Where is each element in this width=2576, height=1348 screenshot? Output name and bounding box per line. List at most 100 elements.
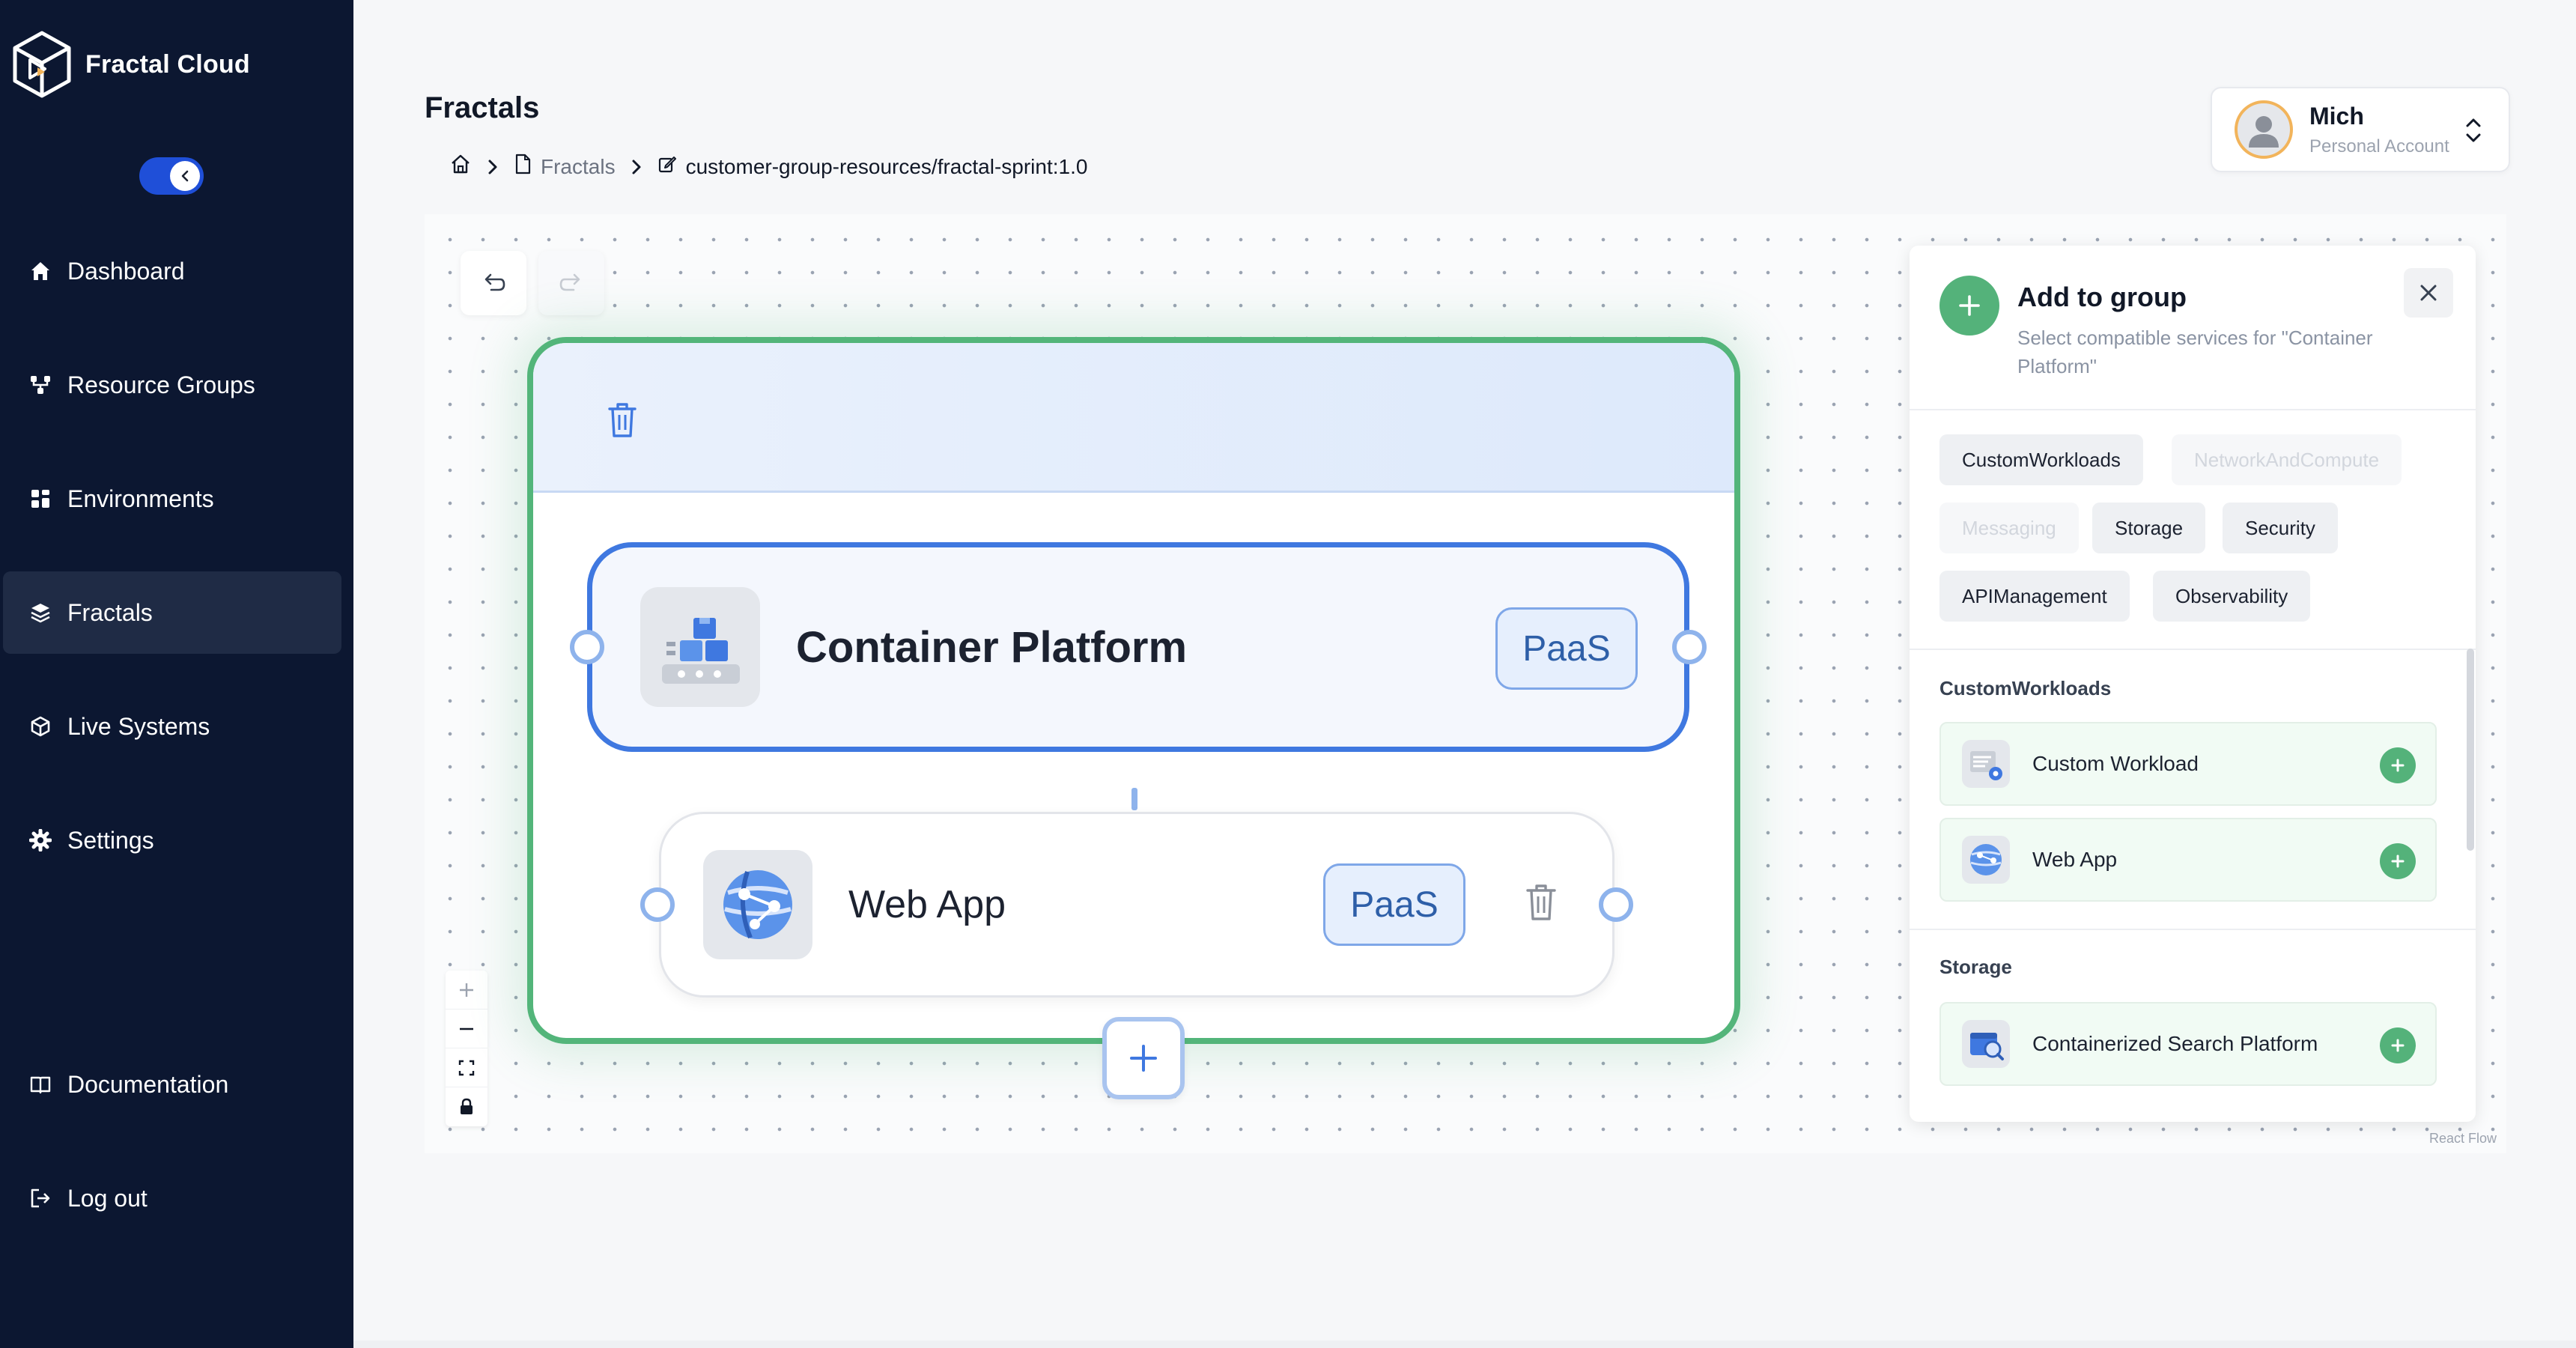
paas-badge: PaaS — [1495, 607, 1638, 690]
book-icon — [28, 1072, 52, 1096]
sidebar-item-label: Resource Groups — [67, 371, 255, 398]
zoom-in-button[interactable] — [446, 971, 487, 1010]
service-name: Custom Workload — [2032, 752, 2199, 775]
add-circle-icon — [1939, 276, 1999, 336]
section-label-customworkloads: CustomWorkloads — [1939, 677, 2112, 699]
sidebar-item-documentation[interactable]: Documentation — [3, 1043, 341, 1126]
sidebar-item-environments[interactable]: Environments — [3, 458, 341, 540]
group-node-header — [533, 343, 1734, 493]
gear-icon — [28, 828, 52, 852]
add-node-button[interactable] — [1102, 1017, 1185, 1099]
redo-icon — [559, 273, 580, 291]
hierarchy-icon — [28, 373, 52, 397]
sidebar-item-logout[interactable]: Log out — [3, 1157, 341, 1239]
divider — [1910, 929, 2476, 930]
sidebar-item-label: Dashboard — [67, 258, 185, 285]
page-title: Fractals — [425, 91, 540, 124]
sidebar-collapse-toggle[interactable] — [139, 157, 204, 195]
delete-group-trash-icon[interactable] — [605, 400, 640, 444]
close-icon — [2420, 285, 2437, 301]
chevron-right-icon — [485, 158, 500, 176]
sidebar-item-label: Live Systems — [67, 713, 210, 740]
sidebar-item-label: Settings — [67, 827, 154, 854]
add-service-button[interactable] — [2380, 1027, 2416, 1063]
chevron-right-icon — [629, 158, 644, 176]
fit-view-button[interactable] — [446, 1048, 487, 1087]
plus-icon — [1130, 1045, 1157, 1072]
add-service-button[interactable] — [2380, 843, 2416, 879]
chip-customworkloads[interactable]: CustomWorkloads — [1939, 434, 2143, 485]
section-label-storage: Storage — [1939, 956, 2012, 978]
web-app-icon — [703, 850, 812, 959]
plus-icon — [2391, 759, 2405, 772]
undo-icon — [484, 273, 505, 291]
sidebar-item-settings[interactable]: Settings — [3, 799, 341, 881]
web-app-node[interactable]: Web App PaaS — [640, 812, 1633, 998]
web-app-icon — [1962, 836, 2010, 884]
edit-icon[interactable] — [657, 154, 677, 179]
home-icon[interactable] — [449, 153, 472, 180]
avatar — [2235, 100, 2293, 159]
service-item-web-app[interactable]: Web App — [1939, 818, 2437, 902]
sidebar: Fractal Cloud Dashboard Resource Groups … — [0, 0, 353, 1348]
node-handle-left[interactable] — [640, 887, 675, 922]
chip-storage[interactable]: Storage — [2092, 503, 2206, 553]
sidebar-item-resource-groups[interactable]: Resource Groups — [3, 344, 341, 426]
breadcrumb-link-fractals[interactable]: Fractals — [541, 155, 616, 179]
add-to-group-panel: Add to group Select compatible services … — [1910, 246, 2476, 1122]
lock-button[interactable] — [446, 1087, 487, 1126]
container-platform-node[interactable]: Container Platform PaaS — [570, 542, 1707, 752]
plus-icon — [460, 983, 473, 997]
add-service-button[interactable] — [2380, 747, 2416, 783]
redo-button[interactable] — [538, 251, 604, 315]
sidebar-item-fractals[interactable]: Fractals — [3, 571, 341, 654]
page-bottom-edge — [353, 1341, 2576, 1348]
web-app-title: Web App — [848, 883, 1006, 926]
node-handle-right[interactable] — [1672, 630, 1707, 664]
account-switcher[interactable]: Mich Personal Account — [2211, 87, 2510, 172]
lock-icon — [461, 1098, 473, 1114]
user-icon — [2249, 116, 2279, 148]
sidebar-item-live-systems[interactable]: Live Systems — [3, 685, 341, 768]
chip-observability[interactable]: Observability — [2153, 571, 2311, 622]
zoom-controls — [446, 971, 487, 1126]
chevron-left-icon — [181, 170, 189, 182]
sidebar-item-label: Log out — [67, 1185, 148, 1212]
home-icon — [28, 259, 52, 283]
cube-icon — [28, 714, 52, 738]
brand-name: Fractal Cloud — [85, 49, 250, 79]
service-name: Web App — [2032, 848, 2118, 871]
panel-scrollbar[interactable] — [2467, 649, 2474, 851]
service-item-containerized-search-platform[interactable]: Containerized Search Platform — [1939, 1002, 2437, 1086]
close-panel-button[interactable] — [2404, 268, 2453, 318]
divider — [1910, 649, 2476, 650]
account-type: Personal Account — [2309, 136, 2449, 157]
breadcrumb-current: customer-group-resources/fractal-sprint:… — [685, 154, 1088, 178]
chip-messaging[interactable]: Messaging — [1939, 503, 2079, 553]
paas-badge: PaaS — [1323, 863, 1465, 946]
react-flow-attribution[interactable]: React Flow — [2429, 1131, 2497, 1147]
delete-node-trash-icon[interactable] — [1524, 881, 1558, 927]
node-handle-right[interactable] — [1599, 887, 1633, 922]
container-platform-title: Container Platform — [796, 622, 1188, 672]
undo-button[interactable] — [461, 251, 526, 315]
edge-connector — [1131, 788, 1137, 810]
sidebar-item-dashboard[interactable]: Dashboard — [3, 230, 341, 312]
chip-apimanagement[interactable]: APIManagement — [1939, 571, 2130, 622]
zoom-out-button[interactable] — [446, 1010, 487, 1048]
panel-subtitle: Select compatible services for "Containe… — [2017, 327, 2373, 377]
sidebar-item-label: Fractals — [67, 599, 153, 626]
group-node[interactable]: Container Platform PaaS Web App PaaS — [527, 337, 1740, 1099]
grid-icon — [28, 487, 52, 511]
logout-icon — [28, 1186, 52, 1210]
chip-security[interactable]: Security — [2223, 503, 2338, 553]
chip-networkandcompute[interactable]: NetworkAndCompute — [2172, 434, 2402, 485]
account-name: Mich — [2309, 102, 2364, 130]
sidebar-item-label: Environments — [67, 485, 214, 512]
brand[interactable]: Fractal Cloud — [10, 30, 250, 99]
service-item-custom-workload[interactable]: Custom Workload — [1939, 722, 2437, 806]
minus-icon — [460, 1027, 473, 1030]
node-handle-left[interactable] — [570, 630, 604, 664]
toggle-knob — [170, 161, 200, 191]
chevron-up-down-icon — [2464, 114, 2483, 151]
